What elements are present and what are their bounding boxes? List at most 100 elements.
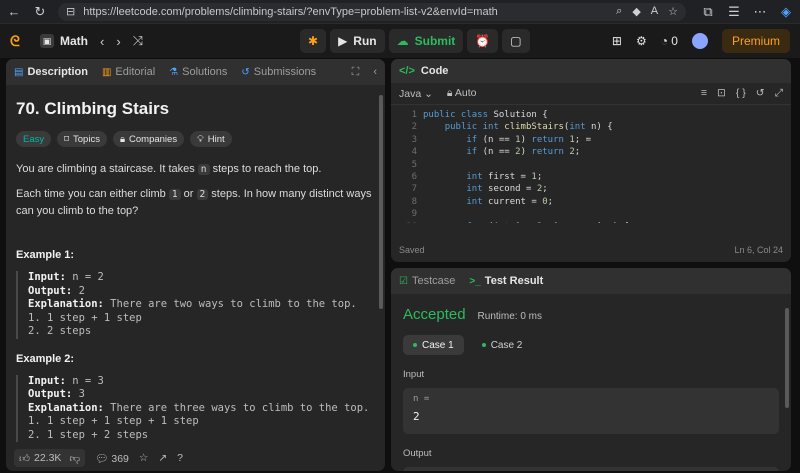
site-info-icon[interactable]: ⊟ [66, 5, 75, 18]
document-icon: ▤ [14, 66, 24, 78]
braces-icon[interactable]: { } [736, 87, 746, 100]
submit-button[interactable]: ☁ Submit [388, 29, 464, 53]
code-editor[interactable]: 1 2 3 4 5 6 7 8 9 10 public class Soluti… [391, 105, 791, 223]
code-line: if (n == 1) return 1; = [466, 134, 592, 145]
layout-icon[interactable]: ⊞ [612, 34, 622, 48]
case-2-tab[interactable]: Case 2 [472, 335, 533, 355]
tab-testcase[interactable]: ☑ Testcase [399, 275, 455, 287]
companies-tag[interactable]: 🔒︎ Companies [112, 131, 185, 147]
example-label: Explanation: [28, 401, 104, 414]
example-line: 2. 1 step + 2 steps [28, 428, 149, 441]
more-icon[interactable]: ⋯ [752, 4, 768, 20]
settings-gear-icon[interactable]: ⚙ [636, 34, 647, 48]
auto-mode-toggle[interactable]: 🔒︎ Auto [447, 87, 477, 100]
coins-counter[interactable]: ◔ 0 [661, 34, 678, 48]
input-box: n = 2 [403, 388, 779, 434]
tab-test-result[interactable]: >_ Test Result [469, 275, 543, 287]
test-result-panel: ☑ Testcase >_ Test Result Accepted Runtime… [391, 268, 791, 471]
tab-description[interactable]: ▤ Description [14, 66, 88, 78]
line-number: 2 [411, 122, 417, 133]
comments-button[interactable]: 💬︎ 369 [95, 452, 129, 465]
like-button[interactable]: 👍︎ 22.3K 👎︎ [14, 449, 86, 467]
desc-text: or [180, 188, 197, 200]
favorite-star-icon[interactable]: ☆ [668, 5, 678, 18]
avatar[interactable] [691, 33, 708, 49]
star-icon[interactable]: ☆ [139, 452, 148, 464]
code-tab-label[interactable]: Code [421, 65, 449, 77]
premium-button[interactable]: Premium [721, 29, 790, 53]
reload-icon[interactable]: ↻ [32, 4, 48, 20]
back-icon[interactable]: ← [6, 4, 22, 20]
bookmark-icon[interactable]: ⊡ [717, 87, 726, 100]
alarm-icon: ⏰ [475, 34, 491, 48]
tab-label: Testcase [411, 275, 456, 287]
case-1-tab[interactable]: Case 1 [403, 335, 464, 355]
code-lines: public class Solution { public int climb… [423, 109, 791, 223]
list-icon: ▣ [40, 34, 54, 48]
line-number: 8 [411, 196, 417, 207]
extensions-icon[interactable]: ⧉ [700, 4, 716, 20]
prev-problem-icon[interactable]: ‹ [100, 34, 104, 49]
shuffle-icon[interactable]: ⤨ [133, 33, 143, 49]
share-icon[interactable]: ↗ [158, 452, 167, 464]
example-value: There are two ways to climb to the top. [103, 298, 357, 310]
pass-dot-icon [413, 343, 417, 347]
run-button[interactable]: ▶ Run [330, 29, 385, 53]
collapse-chevron-icon[interactable]: ‹ [373, 66, 377, 78]
app-header: ᘓ ▣ Math ‹ › ⤨ ✱ ▶ Run ☁ Submit ⏰ ▢ ⊞ ⚙ … [0, 24, 800, 58]
line-number: 6 [411, 172, 417, 183]
language-label: Java [399, 87, 422, 100]
input-label: Input [403, 369, 425, 380]
desc-text: You are climbing a staircase. It takes [16, 163, 198, 175]
tab-submissions[interactable]: ↺ Submissions [241, 66, 316, 78]
result-scrollbar[interactable] [785, 308, 789, 408]
format-icon[interactable]: ≡ [701, 87, 707, 100]
example-value: n = 3 [65, 374, 104, 387]
copilot-icon[interactable]: ◈ [778, 4, 794, 20]
language-select[interactable]: Java ⌄ [399, 88, 433, 100]
book-icon: ▥ [101, 66, 112, 78]
notes-button[interactable]: ▢ [502, 29, 530, 53]
input-value: 2 [413, 410, 420, 423]
code-line: public class Solution { [423, 110, 548, 120]
history-icon: ↺ [241, 66, 250, 78]
comment-icon: 💬︎ [95, 452, 109, 465]
case-label: Case 2 [490, 339, 523, 351]
fullscreen-icon[interactable]: ⤢ [775, 87, 783, 100]
tab-solutions[interactable]: ⚗ Solutions [169, 66, 227, 78]
problem-list-button[interactable]: ▣ Math [40, 34, 88, 48]
maximize-icon[interactable]: ⛶ [352, 66, 360, 79]
example-label: Output: [28, 284, 73, 297]
run-label: Run [353, 34, 377, 48]
next-problem-icon[interactable]: › [116, 34, 120, 49]
read-aloud-icon[interactable]: A [651, 5, 658, 18]
extension-tag-icon[interactable]: ◆ [632, 5, 640, 18]
fire-icon: ◔ [660, 34, 668, 48]
reset-icon[interactable]: ↺ [756, 87, 765, 100]
debug-button[interactable]: ✱ [300, 29, 327, 53]
zoom-icon[interactable]: ⌕ [616, 5, 622, 18]
favorites-icon[interactable]: ☰ [726, 4, 742, 20]
tab-label: Description [27, 66, 88, 78]
line-number: 7 [411, 184, 417, 195]
tab-editorial[interactable]: ▥ Editorial [102, 66, 155, 78]
address-bar[interactable]: ⊟ https://leetcode.com/problems/climbing… [58, 2, 686, 21]
line-number: 5 [411, 159, 417, 170]
play-icon: ▶ [338, 34, 348, 48]
example-label: Output: [28, 388, 73, 400]
hint-tag[interactable]: 💡︎ Hint [190, 131, 232, 147]
thumbs-down-icon[interactable]: 👎︎ [69, 452, 80, 465]
code-toolbar: Java ⌄ 🔒︎ Auto ≡ ⊡ { } ↺ ⤢ [391, 83, 791, 105]
bug-icon: ✱ [308, 34, 319, 48]
description-scrollbar[interactable] [379, 95, 383, 309]
note-icon: ▢ [510, 34, 522, 48]
url-text: https://leetcode.com/problems/climbing-s… [83, 5, 498, 18]
help-icon[interactable]: ? [177, 452, 183, 464]
lock-icon: 🔒︎ [446, 87, 453, 99]
timer-button[interactable]: ⏰ [467, 29, 499, 53]
topics-tag[interactable]: ⌑ Topics [57, 131, 107, 147]
flask-icon: ⚗ [169, 66, 179, 78]
leetcode-logo-icon[interactable]: ᘓ [10, 33, 26, 49]
example-label: Input: [28, 374, 66, 387]
